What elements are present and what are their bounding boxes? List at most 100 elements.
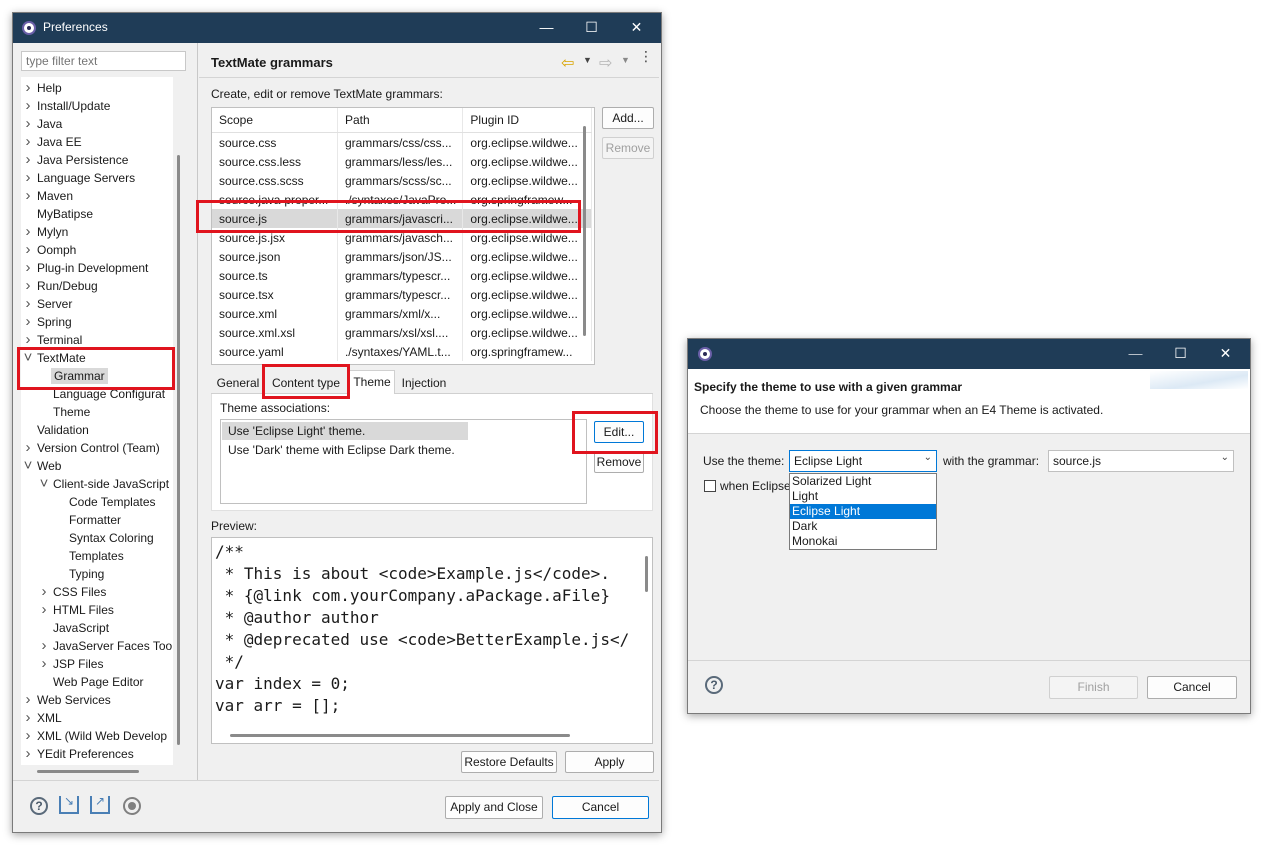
theme-option[interactable]: Light	[790, 489, 936, 504]
chevron-right-icon[interactable]: ›	[21, 79, 35, 97]
preview-hscrollbar[interactable]	[230, 734, 570, 737]
chevron-right-icon[interactable]: ›	[21, 259, 35, 277]
tree-item[interactable]: Templates	[53, 547, 126, 565]
tree-item[interactable]: › Maven	[21, 187, 75, 205]
help-icon[interactable]: ?	[30, 797, 48, 815]
chevron-down-icon[interactable]: ˅	[21, 457, 35, 475]
when-eclipse-checkbox[interactable]	[704, 480, 716, 492]
minimize-icon[interactable]: —	[524, 13, 569, 43]
theme-association-item[interactable]: Use 'Dark' theme with Eclipse Dark theme…	[222, 441, 455, 459]
dialog-titlebar[interactable]: — ☐ ✕	[688, 339, 1250, 369]
tree-item[interactable]: › Plug-in Development	[21, 259, 150, 277]
tree-item[interactable]: › Mylyn	[21, 223, 70, 241]
tree-item[interactable]: Code Templates	[53, 493, 158, 511]
column-header-scope[interactable]: Scope ˇ	[212, 108, 338, 133]
theme-option[interactable]: Dark	[790, 519, 936, 534]
chevron-right-icon[interactable]: ›	[21, 295, 35, 313]
table-row[interactable]: source.xml grammars/xml/x... org.eclipse.w…	[212, 304, 592, 323]
theme-option[interactable]: Eclipse Light	[790, 504, 936, 519]
maximize-icon[interactable]: ☐	[1158, 339, 1203, 369]
apply-button[interactable]: Apply	[565, 751, 654, 773]
import-icon[interactable]: ↘	[59, 795, 79, 814]
chevron-right-icon[interactable]: ›	[21, 133, 35, 151]
restore-defaults-button[interactable]: Restore Defaults	[461, 751, 557, 773]
forward-arrow-icon[interactable]: ⇨	[599, 53, 612, 73]
chevron-right-icon[interactable]: ›	[37, 583, 51, 601]
dialog-cancel-button[interactable]: Cancel	[1147, 676, 1237, 699]
table-row[interactable]: source.tsx grammars/typescr... org.eclipse…	[212, 285, 592, 304]
tree-item[interactable]: › Java EE	[21, 133, 84, 151]
theme-combo[interactable]: Eclipse Light ⌄	[789, 450, 937, 472]
preferences-titlebar[interactable]: Preferences — ☐ ✕	[13, 13, 661, 43]
chevron-right-icon[interactable]: ›	[21, 151, 35, 169]
back-arrow-icon[interactable]: ⇦	[561, 53, 574, 73]
tree-item[interactable]: › JavaServer Faces Too	[37, 637, 173, 655]
minimize-icon[interactable]: —	[1113, 339, 1158, 369]
column-header-path[interactable]: Path	[337, 108, 464, 133]
view-menu-icon[interactable]: ⋮	[639, 49, 653, 63]
tree-item[interactable]: Validation	[21, 421, 91, 439]
tree-item[interactable]: JavaScript	[37, 619, 111, 637]
cancel-button[interactable]: Cancel	[552, 796, 649, 819]
tab-theme[interactable]: Theme	[349, 370, 395, 395]
tree-item[interactable]: Typing	[53, 565, 106, 583]
preview-vscrollbar[interactable]	[645, 556, 648, 592]
pane-divider[interactable]	[197, 43, 198, 780]
chevron-right-icon[interactable]: ›	[21, 439, 35, 457]
table-row[interactable]: source.css.scss grammars/scss/sc... org.ec…	[212, 171, 592, 190]
export-icon[interactable]: ↗	[90, 795, 110, 814]
remove-grammar-button[interactable]: Remove	[602, 137, 654, 159]
tree-item[interactable]: › JSP Files	[37, 655, 105, 673]
chevron-right-icon[interactable]: ›	[21, 187, 35, 205]
tree-item[interactable]: › Java	[21, 115, 64, 133]
tree-item[interactable]: › CSS Files	[37, 583, 108, 601]
help-icon[interactable]: ?	[705, 676, 723, 694]
tree-item[interactable]: › Oomph	[21, 241, 78, 259]
table-row[interactable]: source.xml.xsl grammars/xsl/xsl.... org.ec…	[212, 323, 592, 342]
table-vscrollbar[interactable]	[583, 126, 586, 336]
column-header-plugin-id[interactable]: Plugin ID	[462, 108, 592, 133]
tree-item[interactable]: › Install/Update	[21, 97, 112, 115]
tab-general[interactable]: General	[214, 373, 262, 393]
chevron-right-icon[interactable]: ›	[21, 241, 35, 259]
tree-item[interactable]: › Spring	[21, 313, 74, 331]
remove-theme-button[interactable]: Remove	[594, 451, 644, 473]
tree-item[interactable]: › XML (Wild Web Develop	[21, 727, 169, 745]
tree-item[interactable]: Formatter	[53, 511, 123, 529]
add-grammar-button[interactable]: Add...	[602, 107, 654, 129]
chevron-right-icon[interactable]: ›	[21, 97, 35, 115]
tree-item[interactable]: Syntax Coloring	[53, 529, 156, 547]
tree-item[interactable]: › Web Services	[21, 691, 113, 709]
tree-item[interactable]: ˅ Client-side JavaScript	[37, 475, 171, 493]
tree-item[interactable]: › YEdit Preferences	[21, 745, 136, 763]
tree-item[interactable]: › Language Servers	[21, 169, 137, 187]
chevron-right-icon[interactable]: ›	[21, 691, 35, 709]
chevron-right-icon[interactable]: ›	[21, 313, 35, 331]
tree-item[interactable]: MyBatipse	[21, 205, 95, 223]
chevron-right-icon[interactable]: ›	[37, 655, 51, 673]
grammar-combo[interactable]: source.js ⌄	[1048, 450, 1234, 472]
record-icon[interactable]	[123, 797, 141, 815]
theme-association-item[interactable]: Use 'Eclipse Light' theme.	[222, 422, 468, 440]
tree-item[interactable]: Theme	[37, 403, 92, 421]
chevron-right-icon[interactable]: ›	[21, 169, 35, 187]
tree-item[interactable]: › Java Persistence	[21, 151, 130, 169]
table-row[interactable]: source.json grammars/json/JS... org.eclips…	[212, 247, 592, 266]
tree-item[interactable]: › XML	[21, 709, 64, 727]
tree-item[interactable]: › Help	[21, 79, 64, 97]
apply-and-close-button[interactable]: Apply and Close	[445, 796, 543, 819]
chevron-down-icon[interactable]: ˅	[37, 475, 51, 493]
maximize-icon[interactable]: ☐	[569, 13, 614, 43]
chevron-right-icon[interactable]: ›	[21, 727, 35, 745]
chevron-right-icon[interactable]: ›	[21, 709, 35, 727]
finish-button[interactable]: Finish	[1049, 676, 1138, 699]
table-row[interactable]: source.ts grammars/typescr... org.eclipse.…	[212, 266, 592, 285]
chevron-right-icon[interactable]: ›	[37, 637, 51, 655]
chevron-right-icon[interactable]: ›	[37, 601, 51, 619]
chevron-right-icon[interactable]: ›	[21, 277, 35, 295]
forward-dropdown-icon[interactable]: ▼	[621, 55, 630, 65]
tree-item[interactable]: › Run/Debug	[21, 277, 100, 295]
tree-vscrollbar[interactable]	[177, 155, 180, 745]
tab-injection[interactable]: Injection	[397, 373, 451, 393]
tree-item[interactable]: ˅ Web	[21, 457, 63, 475]
